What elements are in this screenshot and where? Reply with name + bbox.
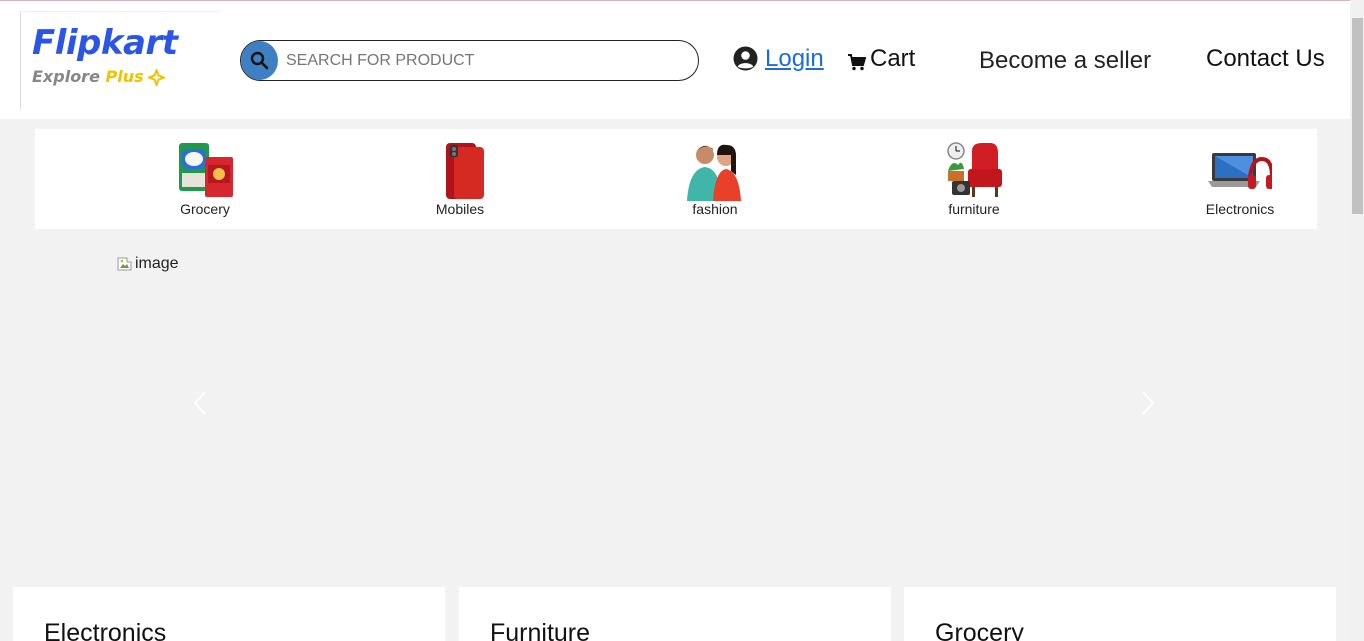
cart-icon[interactable]	[848, 54, 866, 71]
category-fashion[interactable]: fashion	[655, 141, 775, 217]
page-scrollbar[interactable]	[1350, 0, 1364, 641]
search-bar	[240, 40, 699, 81]
category-label: Mobiles	[435, 201, 485, 217]
plus-star-icon	[148, 69, 165, 86]
category-furniture[interactable]: furniture	[914, 141, 1034, 217]
electronics-icon	[1208, 153, 1272, 189]
category-label: Electronics	[1205, 201, 1275, 217]
broken-image-icon	[117, 257, 132, 271]
user-icon[interactable]	[733, 46, 758, 71]
carousel-prev-icon[interactable]	[193, 390, 207, 416]
banner-alt-text: image	[135, 255, 179, 272]
banner-image[interactable]: image	[117, 255, 179, 273]
scrollbar-thumb[interactable]	[1352, 18, 1363, 214]
logo-text[interactable]: Flipkart	[32, 23, 178, 63]
category-mobiles[interactable]: Mobiles	[400, 141, 520, 217]
category-label: furniture	[948, 201, 1000, 217]
category-label: fashion	[692, 201, 738, 217]
section-title: Grocery	[935, 619, 1024, 641]
logo-tagline-plus: Plus	[105, 67, 144, 86]
section-card-grocery: Grocery	[904, 587, 1336, 641]
cart-link[interactable]: Cart	[870, 45, 915, 73]
logo-tagline-explore: Explore	[32, 67, 100, 86]
grocery-icon	[179, 143, 233, 197]
contact-us-link[interactable]: Contact Us	[1206, 45, 1325, 73]
mobile-icon	[446, 143, 484, 199]
login-link[interactable]: Login	[765, 45, 824, 73]
category-bar: Grocery Mobiles fashion furniture Electr…	[35, 129, 1317, 229]
section-card-furniture: Furniture	[459, 587, 891, 641]
furniture-icon	[947, 142, 1002, 197]
section-card-electronics: Electronics	[13, 587, 445, 641]
fashion-icon	[687, 144, 741, 201]
header: Flipkart Explore Plus Login Cart Become …	[0, 1, 1350, 119]
section-title: Furniture	[490, 619, 591, 641]
logo-tagline: Explore Plus	[32, 67, 144, 86]
category-label: Grocery	[180, 201, 230, 217]
search-input[interactable]	[286, 41, 686, 80]
category-electronics[interactable]: Electronics	[1180, 141, 1300, 217]
category-grocery[interactable]: Grocery	[145, 141, 265, 217]
section-title: Electronics	[44, 619, 167, 641]
search-button[interactable]	[241, 41, 278, 80]
become-seller-link[interactable]: Become a seller	[979, 47, 1151, 75]
search-icon	[250, 51, 269, 70]
carousel-next-icon[interactable]	[1141, 390, 1155, 416]
